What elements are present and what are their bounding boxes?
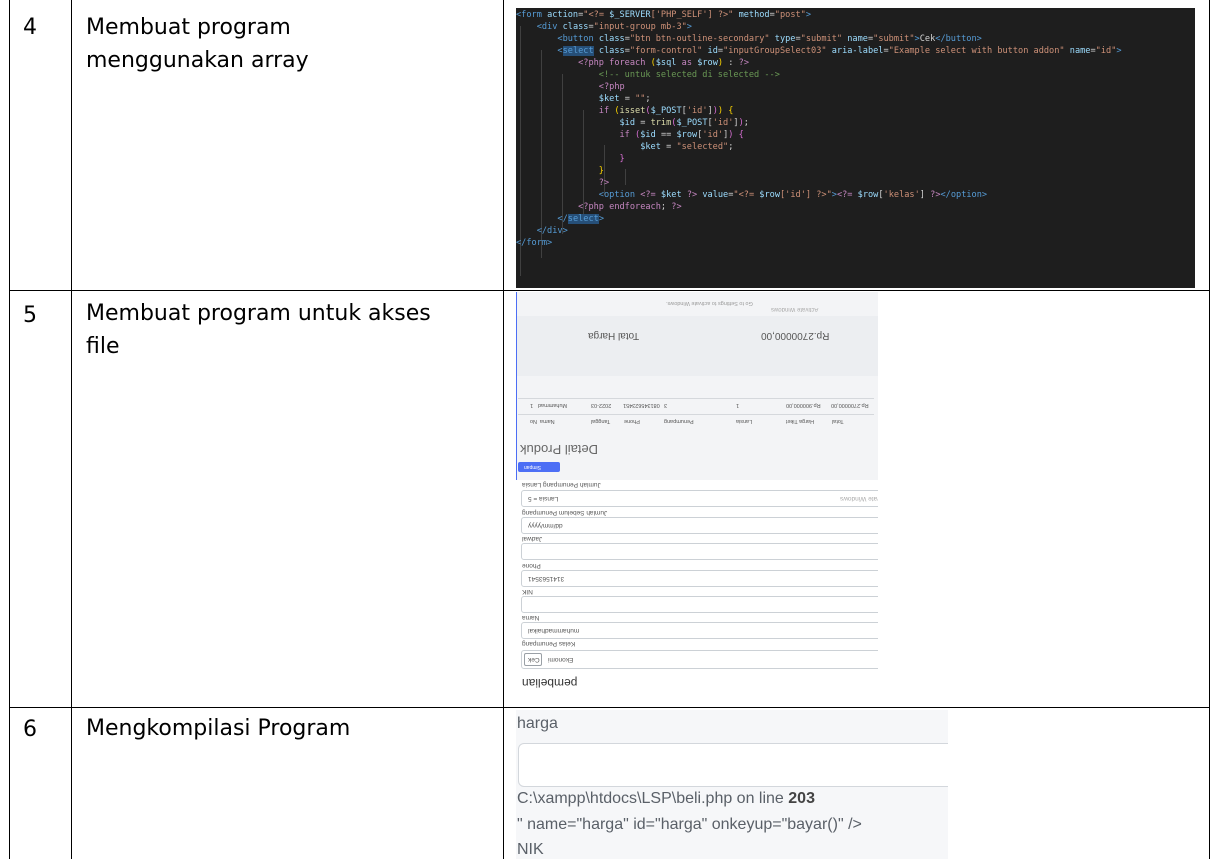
header-phone: Phone <box>624 418 640 424</box>
code-line-1: <form action="<?= $_SERVER['PHP_SELF'] ?… <box>516 10 812 20</box>
detail-row-name: Muhammad <box>538 402 568 408</box>
detail-row-elderly: 1 <box>736 402 740 408</box>
code-line-11: if ($id == $row['id']) { <box>619 130 744 140</box>
row-description-6: Mengkompilasi Program <box>86 712 350 745</box>
total-value: Rp.2700000,00 <box>761 330 830 341</box>
code-line-14: } <box>598 166 604 176</box>
code-line-17: <?php endforeach; ?> <box>578 202 682 212</box>
code-line-4: <select class="form-control" id="inputGr… <box>557 46 1122 56</box>
header-penumpang: Penumpang <box>664 418 694 424</box>
panel-accent-line <box>516 292 517 480</box>
row-description-4-line-2: menggunakan array <box>86 48 309 73</box>
code-line-7: <?php <box>598 82 625 92</box>
label-class: Kelas Penumpang <box>522 640 576 647</box>
code-line-9: if (isset($_POST['id'])) { <box>598 106 734 116</box>
label-phone: Phone <box>522 562 541 569</box>
harga-label: harga <box>517 715 558 732</box>
cek-button[interactable]: Cek <box>524 653 542 666</box>
table-border-left <box>9 0 10 859</box>
elderly-count-field[interactable]: Lansia = 5 Activate Windows <box>521 490 878 507</box>
detail-row-total: Rp.2700000,00 <box>831 402 869 408</box>
header-lansia: Lansia <box>736 418 753 424</box>
row-number-6: 6 <box>23 717 37 742</box>
date-placeholder: dd/mm/yyyy <box>528 522 563 529</box>
code-line-20: </form> <box>516 238 553 248</box>
detail-row-1: 1 <box>530 402 534 408</box>
error-path: C:\xampp\htdocs\LSP\beli.php on line <box>517 790 789 807</box>
code-line-10: $id = trim($_POST['id']); <box>619 118 749 128</box>
code-line-3: <button class="btn btn-outline-secondary… <box>557 34 982 44</box>
indent-guide <box>625 169 626 185</box>
class-select[interactable]: Cek Ekonomi ▴ <box>521 650 878 669</box>
detail-row-phone: 081345623451 <box>623 402 660 408</box>
label-name: Nama <box>522 614 540 621</box>
code-screenshot: <form action="<?= $_SERVER['PHP_SELF'] ?… <box>516 8 1195 288</box>
table-header-rule <box>518 414 874 415</box>
row-description-6-line-1: Mengkompilasi Program <box>86 716 351 741</box>
error-message: C:\xampp\htdocs\LSP\beli.php on line 203 <box>517 790 815 808</box>
row-description-5: Membuat program untuk akses file <box>86 297 431 363</box>
code-line-19: </div> <box>536 226 568 236</box>
total-label: Total Harga <box>588 330 640 341</box>
nik-label: NIK <box>517 841 544 858</box>
label-elderly-count: Jumlah Penumpang Lansia <box>522 481 601 488</box>
row-description-4: Membuat program menggunakan array <box>86 11 309 77</box>
upside-down-form-screenshot: Go to Settings to activate Windows. Acti… <box>516 292 878 704</box>
section-title: Detail Produk <box>520 442 599 457</box>
phone-value: 3141563541 <box>528 575 565 582</box>
header-nama: Nama <box>540 418 555 424</box>
label-previous-count: Jumlah Sebelum Penumpang <box>522 509 608 516</box>
save-button[interactable]: Simpan <box>518 462 560 472</box>
harga-input[interactable] <box>518 743 948 787</box>
invoice-summary-panel: Go to Settings to activate Windows. Acti… <box>516 292 878 480</box>
activate-windows-text-b: Activate Windows <box>840 495 878 502</box>
table-border-col1 <box>71 0 72 859</box>
row-description-5-line-2: file <box>86 334 120 359</box>
header-tanggal: Tanggal <box>591 418 611 424</box>
cek-button-label: Cek <box>528 656 540 663</box>
row-divider-5-6 <box>9 707 1210 708</box>
phone-field[interactable]: 3141563541 <box>521 570 878 587</box>
schedule-field[interactable] <box>521 543 878 560</box>
header-no: No <box>530 418 538 424</box>
error-line-number: 203 <box>788 790 815 807</box>
table-border-col2 <box>503 0 504 859</box>
code-line-15: ?> <box>598 178 610 188</box>
name-value: muhammadhaikal <box>528 627 580 634</box>
compile-error-screenshot: harga C:\xampp\htdocs\LSP\beli.php on li… <box>516 710 948 859</box>
save-button-label: Simpan <box>524 464 541 470</box>
code-line-12: $ket = "selected"; <box>640 142 734 152</box>
code-line-2: <div class="input-group mb-3"> <box>536 22 692 32</box>
table-rule <box>518 398 874 399</box>
purchase-form-panel: Jumlah Penumpang Lansia Lansia = 5 Activ… <box>516 480 878 704</box>
detail-row-passengers: 3 <box>664 402 668 408</box>
row-description-4-line-1: Membuat program <box>86 15 291 40</box>
code-fragment: " name="harga" id="harga" onkeyup="bayar… <box>517 816 862 833</box>
code-line-18: </select> <box>557 214 604 224</box>
activate-windows-text-a: Activate Windows <box>771 306 819 312</box>
code-line-6: <!-- untuk selected di selected --> <box>598 70 780 80</box>
total-band <box>516 316 878 376</box>
nik-field[interactable] <box>521 596 878 613</box>
form-heading: pembelian <box>522 676 578 690</box>
detail-row-date: 2022-03 <box>591 402 612 408</box>
header-total: Total <box>832 418 844 424</box>
header-harga-tiket: Harga Tiket <box>786 418 815 424</box>
code-line-8: $ket = ""; <box>598 94 651 104</box>
code-line-13: } <box>619 154 625 164</box>
code-line-5: <?php foreach ($sql as $row) : ?> <box>578 58 749 68</box>
detail-row-price: Rp.900000,00 <box>786 402 821 408</box>
class-select-value: Ekonomi <box>548 656 574 663</box>
row-description-5-line-1: Membuat program untuk akses <box>86 301 431 326</box>
top-faded-text: Go to Settings to activate Windows. <box>666 300 753 306</box>
code-line-16: <option <?= $ket ?> value="<?= $row['id'… <box>598 190 988 200</box>
row-divider-4-5 <box>9 290 1210 291</box>
label-nik: NIK <box>522 588 533 595</box>
elderly-count-value: Lansia = 5 <box>528 495 559 502</box>
label-schedule: Jadwal <box>522 535 543 542</box>
row-number-4: 4 <box>23 15 37 40</box>
date-field[interactable]: dd/mm/yyyy ▤ <box>521 517 878 534</box>
row-number-5: 5 <box>23 303 37 328</box>
name-field[interactable]: muhammadhaikal <box>521 622 878 639</box>
